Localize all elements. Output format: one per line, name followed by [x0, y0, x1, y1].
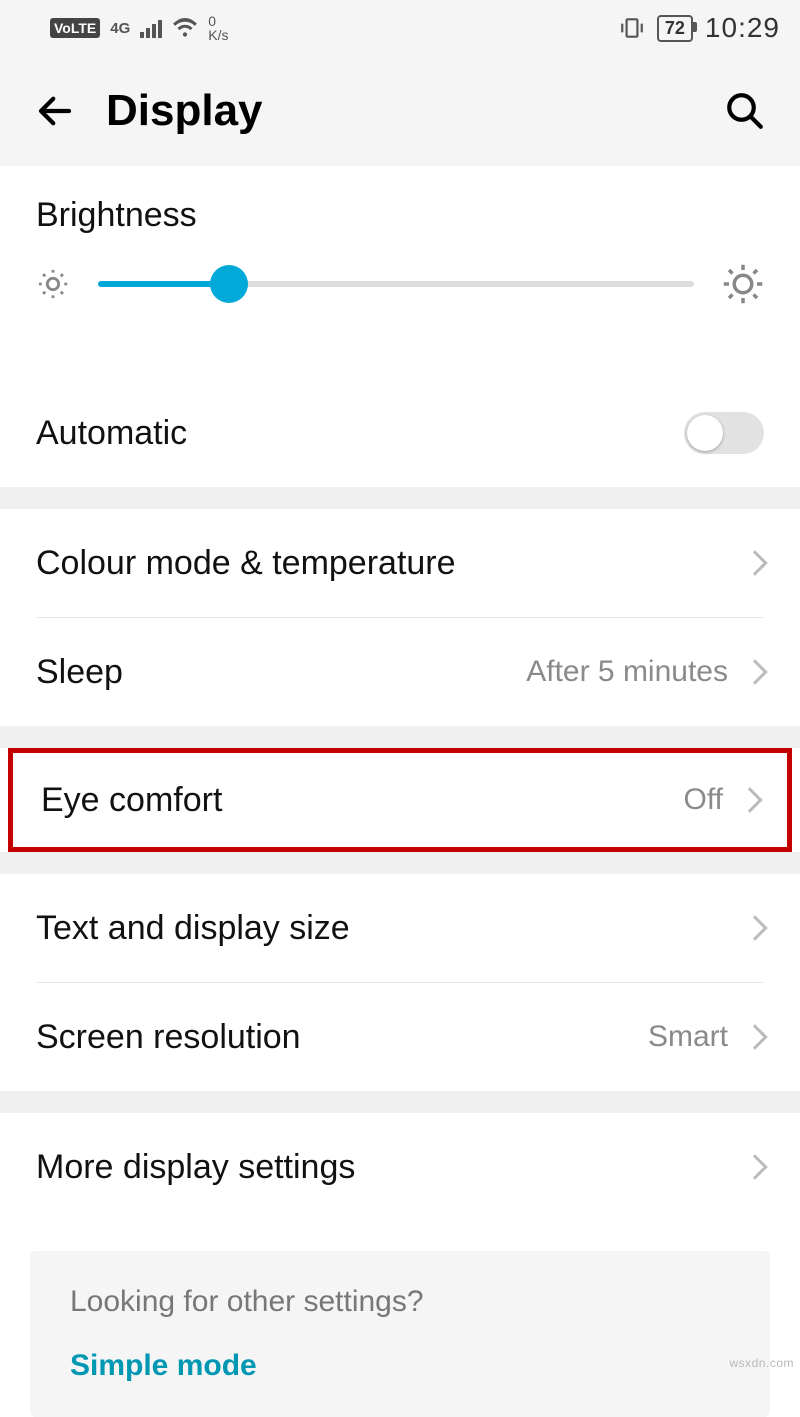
- status-left: VoLTE 4G 0 K/s: [50, 14, 619, 42]
- eye-comfort-row[interactable]: Eye comfort Off: [13, 753, 787, 847]
- chevron-right-icon: [742, 659, 767, 684]
- signal-bars-icon: [140, 18, 162, 38]
- screen-resolution-row[interactable]: Screen resolution Smart: [0, 983, 800, 1091]
- sleep-row[interactable]: Sleep After 5 minutes: [0, 618, 800, 726]
- eye-comfort-value: Off: [684, 783, 723, 817]
- chevron-right-icon: [742, 915, 767, 940]
- eye-comfort-label: Eye comfort: [41, 781, 684, 820]
- text-size-row[interactable]: Text and display size: [0, 874, 800, 982]
- back-icon[interactable]: [34, 90, 76, 132]
- page-title: Display: [106, 86, 694, 136]
- automatic-row[interactable]: Automatic: [0, 379, 800, 487]
- sleep-label: Sleep: [36, 653, 526, 692]
- footer-card: Looking for other settings? Simple mode: [30, 1251, 770, 1417]
- network-speed: 0 K/s: [208, 14, 228, 42]
- footer-question: Looking for other settings?: [70, 1285, 730, 1319]
- automatic-label: Automatic: [36, 414, 684, 453]
- sleep-value: After 5 minutes: [526, 655, 728, 689]
- brightness-label: Brightness: [36, 196, 764, 235]
- screen-resolution-value: Smart: [648, 1020, 728, 1054]
- wifi-icon: [172, 17, 198, 39]
- watermark: wsxdn.com: [729, 1356, 794, 1370]
- colour-mode-row[interactable]: Colour mode & temperature: [0, 509, 800, 617]
- status-right: 72 10:29: [619, 12, 780, 44]
- clock: 10:29: [705, 12, 780, 44]
- brightness-low-icon: [36, 267, 70, 301]
- volte-badge: VoLTE: [50, 18, 100, 38]
- brightness-slider-row: [36, 263, 764, 305]
- search-icon[interactable]: [724, 90, 766, 132]
- network-gen: 4G: [110, 20, 130, 37]
- chevron-right-icon: [742, 550, 767, 575]
- colour-mode-label: Colour mode & temperature: [36, 544, 738, 583]
- chevron-right-icon: [742, 1154, 767, 1179]
- automatic-toggle[interactable]: [684, 412, 764, 454]
- app-header: Display: [0, 56, 800, 166]
- status-bar: VoLTE 4G 0 K/s 72 10:29: [0, 0, 800, 56]
- eye-comfort-highlight: Eye comfort Off: [8, 748, 792, 852]
- screen-resolution-label: Screen resolution: [36, 1018, 648, 1057]
- vibrate-icon: [619, 15, 645, 41]
- brightness-slider[interactable]: [98, 281, 694, 287]
- more-display-settings-label: More display settings: [36, 1148, 738, 1187]
- simple-mode-link[interactable]: Simple mode: [70, 1349, 730, 1383]
- brightness-section: Brightness Automatic: [0, 166, 800, 487]
- text-size-label: Text and display size: [36, 909, 738, 948]
- chevron-right-icon: [742, 1024, 767, 1049]
- chevron-right-icon: [737, 787, 762, 812]
- battery-icon: 72: [657, 15, 693, 42]
- brightness-high-icon: [722, 263, 764, 305]
- more-display-settings-row[interactable]: More display settings: [0, 1113, 800, 1221]
